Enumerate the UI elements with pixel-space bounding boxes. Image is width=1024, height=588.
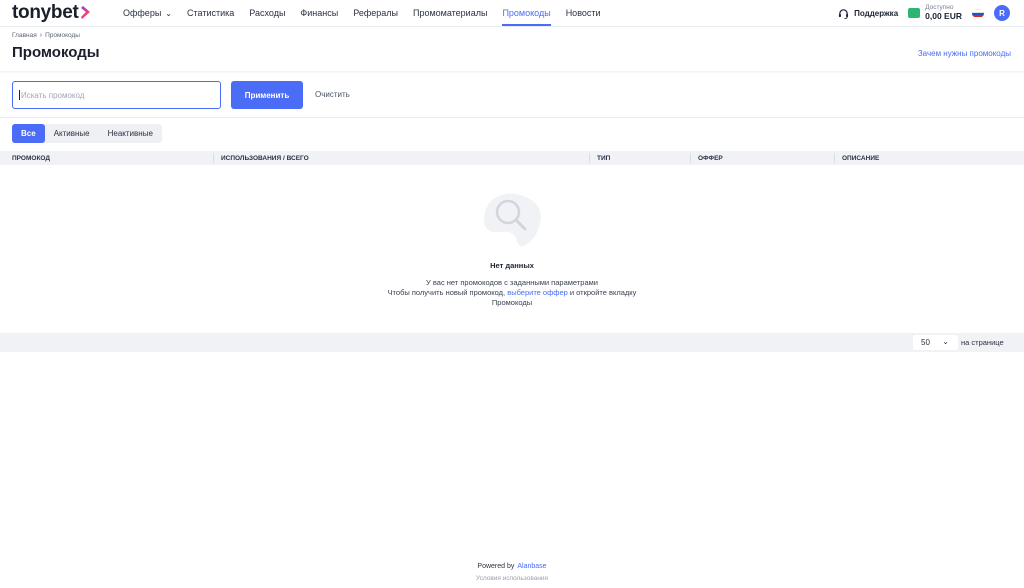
column-divider bbox=[834, 153, 835, 163]
balance-text: Доступно 0,00 EUR bbox=[925, 4, 962, 21]
nav-item-label: Статистика bbox=[187, 8, 235, 18]
nav-item-label: Промоматериалы bbox=[412, 8, 488, 18]
breadcrumb-home[interactable]: Главная bbox=[12, 32, 37, 39]
support-label: Поддержка bbox=[854, 8, 899, 18]
pagination-bar bbox=[0, 333, 1024, 352]
clear-button[interactable]: Очистить bbox=[315, 90, 350, 99]
tab-all[interactable]: Все bbox=[12, 124, 45, 143]
section-divider bbox=[0, 71, 1024, 74]
status-tabs: Все Активные Неактивные bbox=[12, 124, 162, 143]
column-header-usage[interactable]: ИСПОЛЬЗОВАНИЯ / ВСЕГО bbox=[221, 151, 309, 165]
chevron-right-icon: › bbox=[39, 32, 43, 39]
empty-state-message: У вас нет промокодов с заданными парамет… bbox=[0, 278, 1024, 308]
empty-state-text: Чтобы получить новый промокод, bbox=[387, 288, 506, 297]
nav-item-promocodes[interactable]: Промокоды bbox=[502, 0, 551, 26]
wallet-icon bbox=[908, 7, 921, 18]
breadcrumb: Главная › Промокоды bbox=[12, 32, 80, 39]
why-promocodes-link[interactable]: Зачем нужны промокоды bbox=[918, 49, 1011, 58]
nav-item-label: Финансы bbox=[300, 8, 339, 18]
header-tools: Поддержка Доступно 0,00 EUR R bbox=[838, 0, 1010, 26]
table-header: ПРОМОКОД ИСПОЛЬЗОВАНИЯ / ВСЕГО ТИП ОФФЕР… bbox=[0, 151, 1024, 165]
nav-item-referrals[interactable]: Рефералы bbox=[353, 0, 398, 26]
filters-divider bbox=[0, 117, 1024, 118]
balance-widget[interactable]: Доступно 0,00 EUR bbox=[908, 4, 962, 21]
nav-item-promo-materials[interactable]: Промоматериалы bbox=[413, 0, 487, 26]
nav-item-label: Расходы bbox=[249, 8, 286, 18]
nav-item-label: Новости bbox=[565, 8, 601, 18]
support-button[interactable]: Поддержка bbox=[838, 8, 898, 19]
avatar[interactable]: R bbox=[994, 5, 1010, 21]
choose-offer-link[interactable]: выберите оффер bbox=[507, 288, 568, 297]
column-divider bbox=[213, 153, 214, 163]
tab-inactive[interactable]: Неактивные bbox=[99, 124, 162, 143]
per-page-label: на странице bbox=[961, 338, 1004, 347]
per-page-value: 50 bbox=[921, 338, 930, 347]
alanbase-link[interactable]: Alanbase bbox=[517, 563, 546, 570]
nav-item-label: Рефералы bbox=[353, 8, 398, 18]
powered-by-label: Powered by bbox=[477, 563, 515, 570]
logo-mark-icon bbox=[80, 6, 91, 19]
chevron-down-icon: ⌄ bbox=[942, 337, 949, 346]
terms-link[interactable]: Условия использования bbox=[0, 575, 1024, 582]
column-header-promocode[interactable]: ПРОМОКОД bbox=[12, 151, 50, 165]
nav-item-news[interactable]: Новости bbox=[566, 0, 601, 26]
headset-icon bbox=[839, 8, 849, 19]
column-divider bbox=[690, 153, 691, 163]
breadcrumb-current: Промокоды bbox=[45, 32, 80, 39]
balance-value: 0,00 EUR bbox=[925, 10, 962, 21]
nav-item-statistics[interactable]: Статистика bbox=[187, 0, 234, 26]
empty-state-line: У вас нет промокодов с заданными парамет… bbox=[426, 278, 598, 287]
logo-text: tonybet bbox=[12, 2, 79, 23]
page-title: Промокоды bbox=[12, 44, 100, 61]
nav-item-label: Промокоды bbox=[502, 8, 551, 18]
footer-powered-by: Powered by Alanbase bbox=[0, 563, 1024, 570]
search-input[interactable]: Искать промокод bbox=[12, 81, 221, 109]
empty-state-line: Чтобы получить новый промокод, выберите … bbox=[0, 288, 1024, 298]
empty-state-line: Промокоды bbox=[491, 298, 533, 307]
chevron-down-icon: ⌄ bbox=[165, 8, 172, 18]
top-navbar: tonybet Офферы ⌄ Статистика Расходы Фина… bbox=[0, 0, 1024, 26]
header-divider bbox=[0, 26, 1024, 27]
russian-flag-icon[interactable] bbox=[972, 8, 984, 18]
empty-state-text: и откройте вкладку bbox=[569, 288, 637, 297]
nav-item-expenses[interactable]: Расходы bbox=[249, 0, 285, 26]
brand-logo[interactable]: tonybet bbox=[12, 2, 91, 24]
search-magnifier-icon bbox=[478, 190, 548, 248]
apply-button[interactable]: Применить bbox=[231, 81, 303, 109]
column-header-description[interactable]: ОПИСАНИЕ bbox=[842, 151, 879, 165]
column-header-type[interactable]: ТИП bbox=[597, 151, 610, 165]
empty-state-title: Нет данных bbox=[490, 261, 534, 270]
nav-item-offers[interactable]: Офферы ⌄ bbox=[123, 0, 172, 26]
nav-item-label: Офферы bbox=[123, 8, 162, 18]
nav-item-finances[interactable]: Финансы bbox=[300, 0, 338, 26]
search-placeholder: Искать промокод bbox=[21, 90, 85, 100]
text-caret bbox=[19, 90, 20, 100]
tab-active[interactable]: Активные bbox=[45, 124, 99, 143]
per-page-select[interactable]: 50 ⌄ bbox=[913, 335, 958, 350]
column-header-offer[interactable]: ОФФЕР bbox=[698, 151, 723, 165]
main-nav: Офферы ⌄ Статистика Расходы Финансы Рефе… bbox=[123, 0, 616, 26]
column-divider bbox=[589, 153, 590, 163]
